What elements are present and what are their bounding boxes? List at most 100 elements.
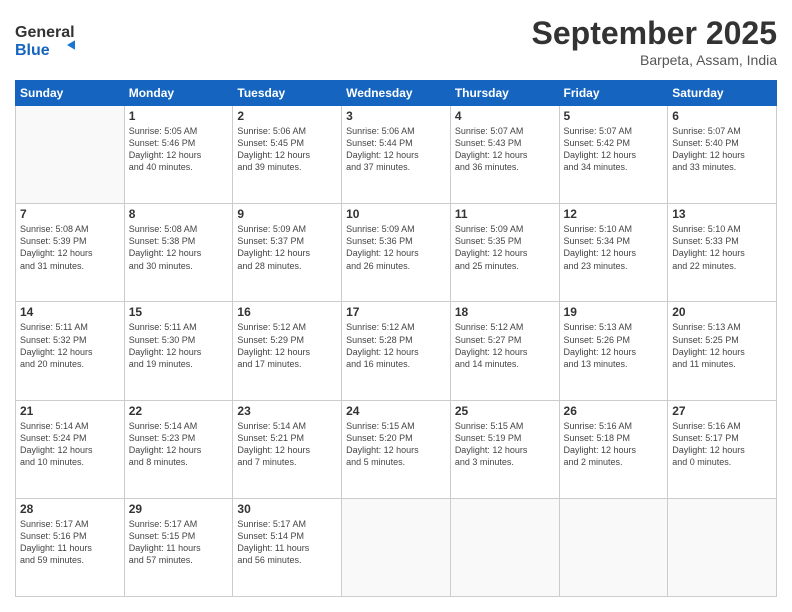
calendar-cell: 19Sunrise: 5:13 AMSunset: 5:26 PMDayligh… [559,302,668,400]
day-info: Sunrise: 5:10 AMSunset: 5:34 PMDaylight:… [564,223,664,272]
day-number: 9 [237,207,337,221]
calendar-cell: 8Sunrise: 5:08 AMSunset: 5:38 PMDaylight… [124,204,233,302]
day-number: 11 [455,207,555,221]
calendar-cell: 5 Sunrise: 5:07 AMSunset: 5:42 PMDaylight… [559,106,668,204]
calendar-cell: 20Sunrise: 5:13 AMSunset: 5:25 PMDayligh… [668,302,777,400]
day-number: 12 [564,207,664,221]
page: General Blue September 2025 Barpeta, Ass… [0,0,792,612]
header: General Blue September 2025 Barpeta, Ass… [15,15,777,70]
day-number: 15 [129,305,229,319]
title-section: September 2025 Barpeta, Assam, India [532,15,777,68]
day-info: Sunrise: 5:07 AMSunset: 5:42 PMDaylight:… [564,125,664,174]
calendar-cell: 18 Sunrise: 5:12 AMSunset: 5:27 PMDayligh… [450,302,559,400]
day-info: Sunrise: 5:09 AMSunset: 5:36 PMDaylight:… [346,223,446,272]
calendar-cell: 16 Sunrise: 5:12 AMSunset: 5:29 PMDayligh… [233,302,342,400]
day-info: Sunrise: 5:06 AMSunset: 5:44 PMDaylight:… [346,125,446,174]
day-info: Sunrise: 5:16 AMSunset: 5:17 PMDaylight:… [672,420,772,469]
weekday-header-thursday: Thursday [450,81,559,106]
day-number: 23 [237,404,337,418]
calendar-cell: 23 Sunrise: 5:14 AMSunset: 5:21 PMDayligh… [233,400,342,498]
day-info: Sunrise: 5:17 AMSunset: 5:15 PMDaylight:… [129,518,229,567]
day-info: Sunrise: 5:08 AMSunset: 5:38 PMDaylight:… [129,223,229,272]
calendar-table: SundayMondayTuesdayWednesdayThursdayFrid… [15,80,777,597]
calendar-week-1: 7 Sunrise: 5:08 AMSunset: 5:39 PMDaylight… [16,204,777,302]
calendar-cell: 22 Sunrise: 5:14 AMSunset: 5:23 PMDayligh… [124,400,233,498]
weekday-header-monday: Monday [124,81,233,106]
calendar-cell: 12 Sunrise: 5:10 AMSunset: 5:34 PMDayligh… [559,204,668,302]
day-number: 6 [672,109,772,123]
svg-text:Blue: Blue [15,42,50,59]
calendar-cell: 3Sunrise: 5:06 AMSunset: 5:44 PMDaylight… [342,106,451,204]
month-title: September 2025 [532,15,777,52]
weekday-header-tuesday: Tuesday [233,81,342,106]
calendar-week-2: 14 Sunrise: 5:11 AMSunset: 5:32 PMDayligh… [16,302,777,400]
day-info: Sunrise: 5:07 AMSunset: 5:40 PMDaylight:… [672,125,772,174]
day-number: 26 [564,404,664,418]
calendar-cell: 24 Sunrise: 5:15 AMSunset: 5:20 PMDayligh… [342,400,451,498]
calendar-cell: 7 Sunrise: 5:08 AMSunset: 5:39 PMDaylight… [16,204,125,302]
day-number: 28 [20,502,120,516]
day-number: 4 [455,109,555,123]
day-info: Sunrise: 5:16 AMSunset: 5:18 PMDaylight:… [564,420,664,469]
calendar-cell: 30Sunrise: 5:17 AMSunset: 5:14 PMDayligh… [233,498,342,596]
day-info: Sunrise: 5:11 AMSunset: 5:32 PMDaylight:… [20,321,120,370]
location-subtitle: Barpeta, Assam, India [532,52,777,68]
calendar-cell [16,106,125,204]
day-number: 22 [129,404,229,418]
day-number: 29 [129,502,229,516]
day-info: Sunrise: 5:15 AMSunset: 5:19 PMDaylight:… [455,420,555,469]
calendar-cell [450,498,559,596]
weekday-header-wednesday: Wednesday [342,81,451,106]
day-number: 2 [237,109,337,123]
day-info: Sunrise: 5:11 AMSunset: 5:30 PMDaylight:… [129,321,229,370]
day-info: Sunrise: 5:13 AMSunset: 5:26 PMDaylight:… [564,321,664,370]
calendar-week-0: 1Sunrise: 5:05 AMSunset: 5:46 PMDaylight… [16,106,777,204]
calendar-cell: 29 Sunrise: 5:17 AMSunset: 5:15 PMDayligh… [124,498,233,596]
day-info: Sunrise: 5:12 AMSunset: 5:27 PMDaylight:… [455,321,555,370]
day-number: 20 [672,305,772,319]
calendar-week-4: 28 Sunrise: 5:17 AMSunset: 5:16 PMDayligh… [16,498,777,596]
calendar-cell [668,498,777,596]
calendar-cell: 4Sunrise: 5:07 AMSunset: 5:43 PMDaylight… [450,106,559,204]
calendar-cell: 14 Sunrise: 5:11 AMSunset: 5:32 PMDayligh… [16,302,125,400]
weekday-header-saturday: Saturday [668,81,777,106]
day-number: 13 [672,207,772,221]
calendar-cell: 9 Sunrise: 5:09 AMSunset: 5:37 PMDaylight… [233,204,342,302]
calendar-cell: 2Sunrise: 5:06 AMSunset: 5:45 PMDaylight… [233,106,342,204]
day-number: 27 [672,404,772,418]
day-info: Sunrise: 5:15 AMSunset: 5:20 PMDaylight:… [346,420,446,469]
calendar-cell: 17Sunrise: 5:12 AMSunset: 5:28 PMDayligh… [342,302,451,400]
calendar-cell: 27 Sunrise: 5:16 AMSunset: 5:17 PMDayligh… [668,400,777,498]
calendar-cell [342,498,451,596]
calendar-header: SundayMondayTuesdayWednesdayThursdayFrid… [16,81,777,106]
day-number: 24 [346,404,446,418]
day-number: 14 [20,305,120,319]
calendar-cell: 6 Sunrise: 5:07 AMSunset: 5:40 PMDaylight… [668,106,777,204]
day-info: Sunrise: 5:17 AMSunset: 5:14 PMDaylight:… [237,518,337,567]
calendar-cell: 28 Sunrise: 5:17 AMSunset: 5:16 PMDayligh… [16,498,125,596]
logo-icon: General Blue [15,15,75,65]
calendar-cell: 13Sunrise: 5:10 AMSunset: 5:33 PMDayligh… [668,204,777,302]
calendar-week-3: 21 Sunrise: 5:14 AMSunset: 5:24 PMDayligh… [16,400,777,498]
day-number: 21 [20,404,120,418]
weekday-header-row: SundayMondayTuesdayWednesdayThursdayFrid… [16,81,777,106]
day-info: Sunrise: 5:09 AMSunset: 5:37 PMDaylight:… [237,223,337,272]
calendar-cell: 15 Sunrise: 5:11 AMSunset: 5:30 PMDayligh… [124,302,233,400]
svg-text:General: General [15,24,75,41]
day-number: 25 [455,404,555,418]
calendar-cell: 25 Sunrise: 5:15 AMSunset: 5:19 PMDayligh… [450,400,559,498]
day-number: 7 [20,207,120,221]
day-info: Sunrise: 5:17 AMSunset: 5:16 PMDaylight:… [20,518,120,567]
day-info: Sunrise: 5:08 AMSunset: 5:39 PMDaylight:… [20,223,120,272]
logo: General Blue [15,15,75,70]
day-number: 1 [129,109,229,123]
day-number: 5 [564,109,664,123]
day-info: Sunrise: 5:12 AMSunset: 5:29 PMDaylight:… [237,321,337,370]
day-number: 18 [455,305,555,319]
calendar-cell: 26 Sunrise: 5:16 AMSunset: 5:18 PMDayligh… [559,400,668,498]
day-info: Sunrise: 5:14 AMSunset: 5:24 PMDaylight:… [20,420,120,469]
day-number: 16 [237,305,337,319]
day-info: Sunrise: 5:14 AMSunset: 5:21 PMDaylight:… [237,420,337,469]
calendar-cell: 11Sunrise: 5:09 AMSunset: 5:35 PMDayligh… [450,204,559,302]
day-info: Sunrise: 5:14 AMSunset: 5:23 PMDaylight:… [129,420,229,469]
